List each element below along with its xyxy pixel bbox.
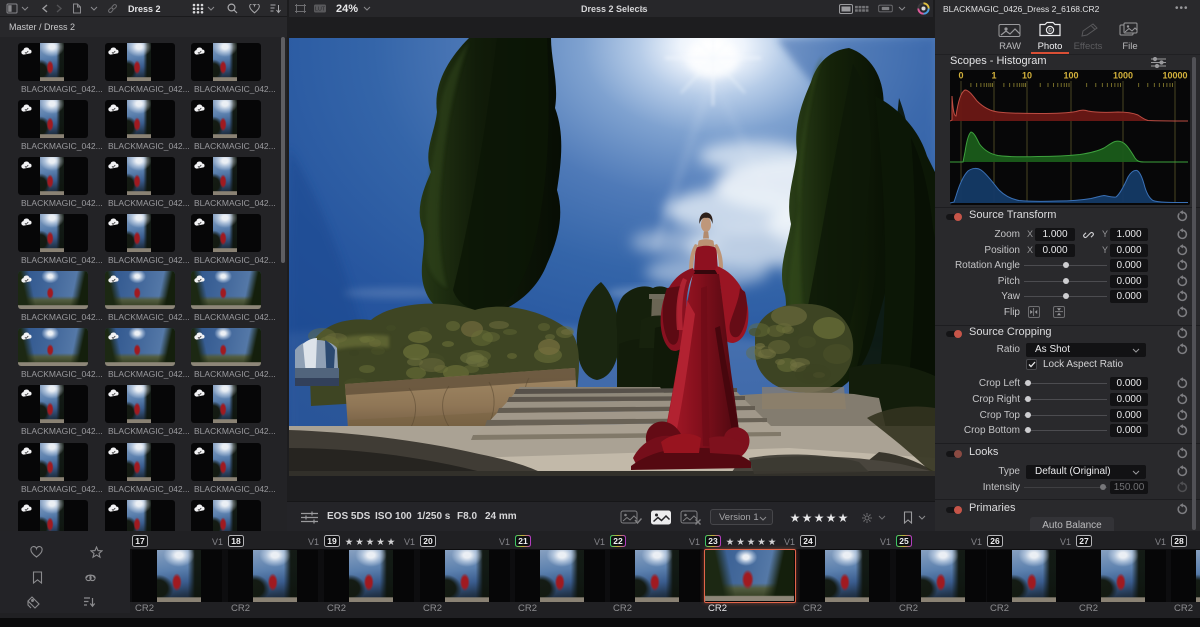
- svg-text:★: ★: [838, 511, 849, 525]
- svg-text:★: ★: [387, 537, 396, 548]
- svg-text:★: ★: [814, 511, 825, 525]
- svg-text:★: ★: [345, 537, 354, 548]
- svg-text:1000: 1000: [1113, 71, 1133, 81]
- svg-text:©: ©: [1048, 27, 1052, 34]
- svg-text:100: 100: [1063, 71, 1078, 81]
- svg-text:10: 10: [1022, 71, 1032, 81]
- svg-text:0: 0: [958, 71, 963, 81]
- svg-text:★: ★: [790, 511, 801, 525]
- svg-text:★: ★: [826, 511, 837, 525]
- svg-text:★: ★: [757, 537, 766, 548]
- svg-text:★: ★: [376, 537, 385, 548]
- svg-text:★: ★: [366, 537, 375, 548]
- svg-text:10000: 10000: [1162, 71, 1187, 81]
- svg-text:★: ★: [768, 537, 777, 548]
- svg-text:★: ★: [747, 537, 756, 548]
- svg-text:LUT: LUT: [315, 7, 326, 13]
- svg-text:★: ★: [355, 537, 364, 548]
- svg-text:1: 1: [991, 71, 996, 81]
- svg-text:★: ★: [736, 537, 745, 548]
- svg-text:★: ★: [726, 537, 735, 548]
- svg-text:★: ★: [802, 511, 813, 525]
